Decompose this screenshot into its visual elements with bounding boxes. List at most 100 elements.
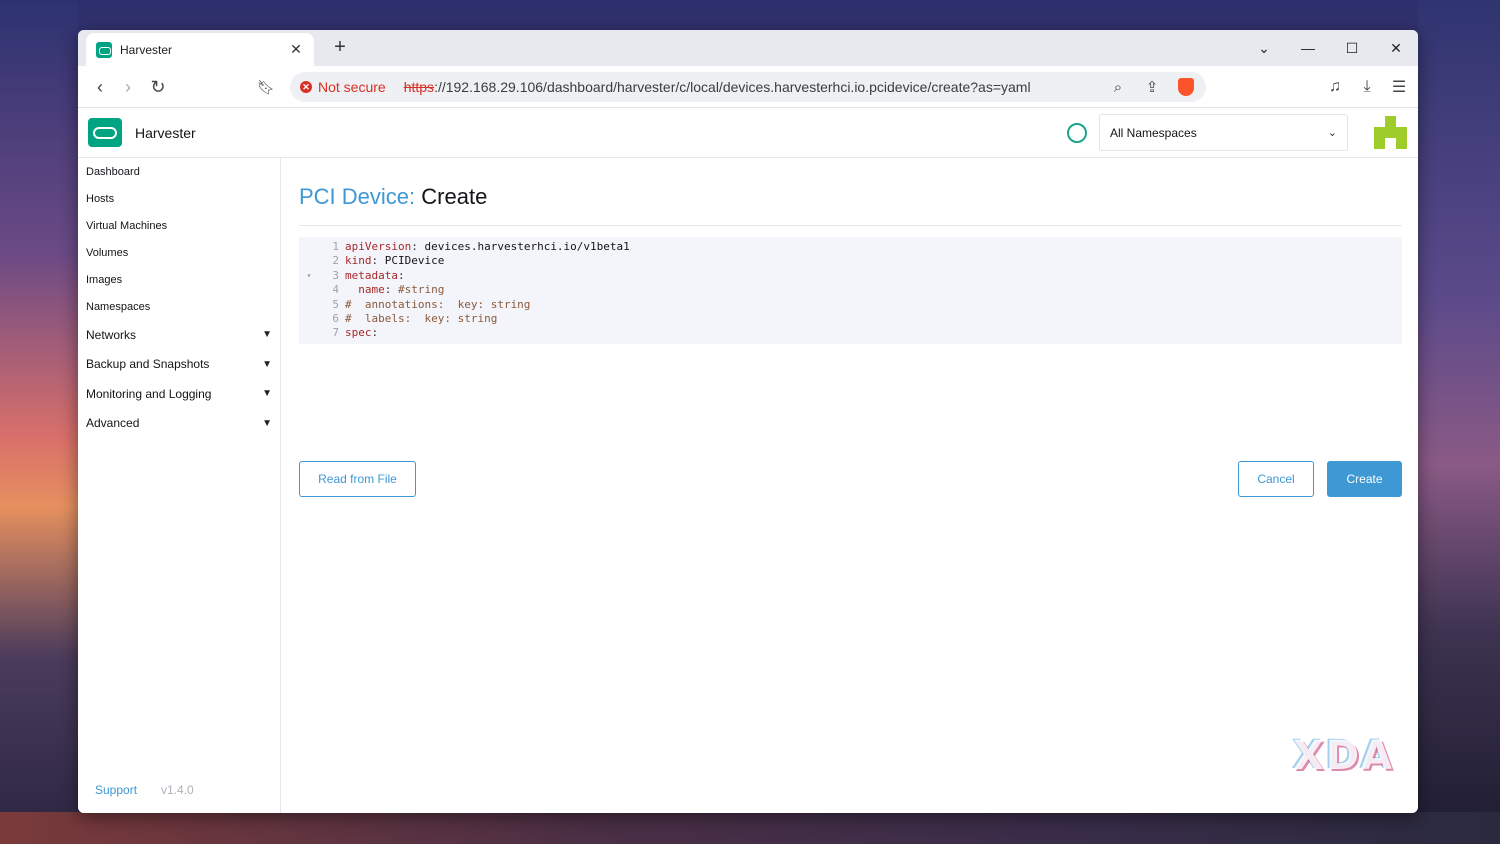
- wallpaper-left: [0, 0, 78, 844]
- line-number: 4: [332, 283, 339, 297]
- sidebar-item-images[interactable]: Images: [78, 266, 280, 293]
- new-tab-button[interactable]: +: [328, 36, 352, 60]
- divider: [299, 225, 1402, 226]
- sidebar-item-label: Namespaces: [86, 300, 151, 313]
- address-bar[interactable]: ✕ Not secure https ://192.168.29.106/das…: [290, 72, 1206, 102]
- fold-gutter: [299, 240, 319, 254]
- sidebar-group-networks[interactable]: Networks ▼: [78, 320, 280, 350]
- fold-gutter: [299, 326, 319, 340]
- code-token: :: [371, 326, 379, 340]
- url-scheme: https: [403, 79, 435, 95]
- chevron-down-icon: ▼: [262, 417, 272, 429]
- namespace-select[interactable]: All Namespaces ⌄: [1099, 114, 1348, 151]
- code-line[interactable]: 5 # annotations: key: string: [299, 298, 1402, 312]
- xda-watermark-logo: XDA: [1293, 733, 1394, 779]
- toolbar-actions: ♫ ⤓ ☰: [1322, 73, 1412, 101]
- code-token: metadata: [345, 268, 398, 282]
- back-icon[interactable]: ‹: [86, 73, 114, 101]
- code-token: kind: [345, 254, 372, 268]
- sidebar-item-virtual-machines[interactable]: Virtual Machines: [78, 212, 280, 239]
- code-token: :: [371, 254, 385, 268]
- code-line[interactable]: 7 spec:: [299, 326, 1402, 340]
- chevron-down-icon: ▼: [262, 329, 272, 341]
- support-link[interactable]: Support: [95, 783, 137, 797]
- wallpaper-bottom: [0, 812, 1500, 844]
- brave-shields-icon[interactable]: [1174, 75, 1198, 99]
- fold-gutter: [299, 298, 319, 312]
- user-avatar[interactable]: [1374, 116, 1407, 149]
- sidebar-item-label: Images: [86, 273, 123, 286]
- code-line[interactable]: 4 name: #string: [299, 283, 1402, 297]
- maximize-icon[interactable]: ☐: [1330, 30, 1374, 66]
- minimize-icon[interactable]: —: [1286, 30, 1330, 66]
- code-line[interactable]: 2 kind: PCIDevice: [299, 254, 1402, 268]
- fold-gutter: [299, 312, 319, 326]
- address-bar-actions: ⌕ ⇪: [1106, 75, 1198, 99]
- code-token: spec: [345, 326, 372, 340]
- cancel-button[interactable]: Cancel: [1238, 461, 1314, 497]
- not-secure-icon: ✕: [300, 81, 312, 93]
- page-title-action: Create: [421, 184, 488, 209]
- sidebar-group-backup[interactable]: Backup and Snapshots ▼: [78, 350, 280, 380]
- line-number: 5: [332, 297, 339, 311]
- code-line[interactable]: 6 # labels: key: string: [299, 312, 1402, 326]
- code-token: # labels: key: string: [345, 311, 498, 325]
- app-name: Harvester: [135, 125, 196, 141]
- namespace-select-value: All Namespaces: [1110, 125, 1197, 140]
- not-secure-label: Not secure: [318, 79, 386, 95]
- create-button[interactable]: Create: [1327, 461, 1402, 497]
- close-window-icon[interactable]: ✕: [1374, 30, 1418, 66]
- fold-gutter: [299, 283, 319, 297]
- download-icon[interactable]: ⤓: [1354, 73, 1380, 101]
- media-icon[interactable]: ♫: [1322, 73, 1348, 101]
- cluster-status-icon: [1067, 123, 1087, 143]
- sidebar-group-label: Monitoring and Logging: [86, 386, 212, 401]
- sidebar-group-monitoring[interactable]: Monitoring and Logging ▼: [78, 379, 280, 409]
- zoom-icon[interactable]: ⌕: [1106, 75, 1130, 99]
- read-from-file-button[interactable]: Read from File: [299, 461, 416, 497]
- url-text: ://192.168.29.106/dashboard/harvester/c/…: [434, 79, 1031, 95]
- code-line[interactable]: 1 apiVersion: devices.harvesterhci.io/v1b…: [299, 240, 1402, 254]
- fold-toggle-icon[interactable]: ▾: [299, 269, 319, 283]
- sidebar: Dashboard Hosts Virtual Machines Volumes…: [78, 158, 281, 813]
- main-content: PCI Device: Create 1 apiVersion: devices.…: [299, 158, 1402, 813]
- sidebar-group-label: Backup and Snapshots: [86, 357, 210, 372]
- browser-tab[interactable]: Harvester ✕: [86, 33, 314, 66]
- menu-icon[interactable]: ☰: [1386, 73, 1412, 101]
- sidebar-footer: Support v1.4.0: [95, 783, 194, 797]
- harvester-favicon-icon: [96, 41, 112, 58]
- yaml-editor[interactable]: 1 apiVersion: devices.harvesterhci.io/v1b…: [299, 237, 1402, 344]
- share-icon[interactable]: ⇪: [1140, 75, 1164, 99]
- browser-toolbar: ‹ › ↻ 🔖︎ ✕ Not secure https ://192.168.2…: [78, 66, 1418, 108]
- code-token: :: [397, 268, 405, 282]
- sidebar-group-label: Advanced: [86, 416, 140, 431]
- harvester-logo-icon[interactable]: [88, 118, 122, 147]
- code-line[interactable]: ▾ 3 metadata:: [299, 269, 1402, 283]
- tab-search-icon[interactable]: ⌄: [1242, 30, 1286, 66]
- page-title-prefix: PCI Device:: [299, 184, 416, 209]
- sidebar-item-label: Dashboard: [86, 165, 140, 178]
- reload-icon[interactable]: ↻: [144, 73, 172, 101]
- wallpaper-right: [1418, 0, 1500, 844]
- sidebar-item-label: Volumes: [86, 246, 129, 259]
- chevron-down-icon: ▼: [262, 388, 272, 400]
- sidebar-item-hosts[interactable]: Hosts: [78, 185, 280, 212]
- sidebar-group-advanced[interactable]: Advanced ▼: [78, 409, 280, 439]
- sidebar-item-label: Hosts: [86, 192, 115, 205]
- tab-strip: Harvester ✕ + ⌄ — ☐ ✕: [78, 30, 1418, 66]
- fold-gutter: [299, 254, 319, 268]
- forward-icon[interactable]: ›: [114, 73, 142, 101]
- sidebar-item-dashboard[interactable]: Dashboard: [78, 158, 280, 185]
- sidebar-item-volumes[interactable]: Volumes: [78, 239, 280, 266]
- close-tab-icon[interactable]: ✕: [288, 41, 304, 58]
- sidebar-item-label: Virtual Machines: [86, 219, 168, 232]
- version-label: v1.4.0: [161, 783, 194, 797]
- code-token: devices.harvesterhci.io/v1beta1: [424, 240, 630, 253]
- sidebar-item-namespaces[interactable]: Namespaces: [78, 293, 280, 320]
- bookmark-icon[interactable]: 🔖︎: [252, 73, 280, 101]
- line-number: 6: [332, 311, 339, 325]
- line-number: 7: [332, 326, 339, 340]
- code-token: :: [411, 240, 425, 253]
- code-token: PCIDevice: [384, 254, 445, 268]
- code-token: apiVersion: [345, 240, 412, 253]
